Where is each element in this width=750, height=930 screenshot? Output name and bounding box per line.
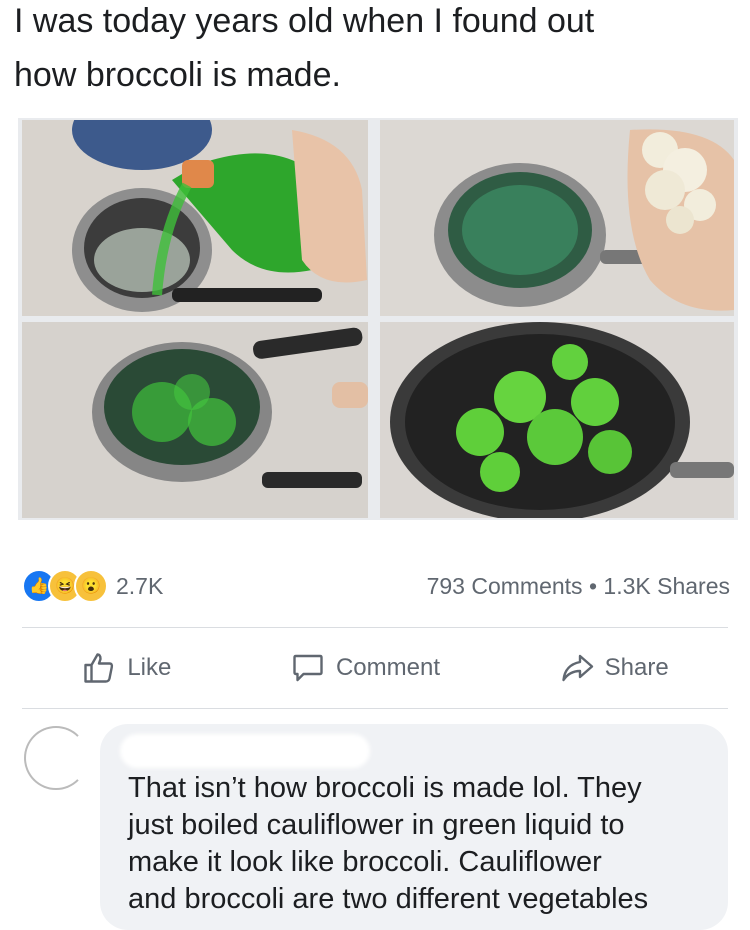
comment-label: Comment bbox=[335, 654, 440, 681]
commenter-avatar[interactable] bbox=[24, 726, 88, 790]
reaction-summary[interactable]: 👍 😆 😮 2.7K bbox=[22, 569, 163, 603]
photo-grid bbox=[18, 118, 738, 520]
divider-top bbox=[22, 627, 728, 628]
engagement-stats: 793 Comments • 1.3K Shares bbox=[427, 573, 730, 600]
share-label: Share bbox=[604, 654, 669, 681]
comment-text: That isn’t how broccoli is made lol. The… bbox=[128, 772, 649, 915]
comment-bubble: That isn’t how broccoli is made lol. The… bbox=[100, 724, 728, 930]
post-caption: I was today years old when I found out h… bbox=[14, 2, 595, 94]
like-label: Like bbox=[127, 654, 172, 681]
photo-boiling-with-strainer[interactable] bbox=[22, 322, 368, 518]
share-icon bbox=[561, 654, 593, 682]
comment-icon bbox=[293, 654, 323, 682]
comment-button[interactable]: Comment bbox=[290, 650, 440, 686]
divider-bottom bbox=[22, 708, 728, 709]
photo-green-florets-in-pan[interactable] bbox=[380, 322, 734, 518]
reaction-bar: 👍 😆 😮 2.7K 793 Comments • 1.3K Shares bbox=[22, 566, 730, 606]
photo-pouring-green-liquid[interactable] bbox=[22, 120, 368, 316]
photo-green-water-boiling[interactable] bbox=[380, 120, 734, 316]
reaction-count: 2.7K bbox=[116, 572, 164, 599]
thumbs-up-icon bbox=[84, 653, 114, 683]
commenter-name-redacted[interactable] bbox=[120, 734, 370, 768]
action-bar: Like Comment Share bbox=[22, 640, 728, 696]
share-count-link[interactable]: 1.3K Shares bbox=[603, 573, 730, 599]
comment-count-link[interactable]: 793 Comments bbox=[427, 573, 583, 599]
like-button[interactable]: Like bbox=[81, 650, 171, 686]
share-button[interactable]: Share bbox=[559, 650, 669, 686]
wow-icon: 😮 bbox=[74, 569, 108, 603]
stats-separator: • bbox=[588, 572, 598, 599]
